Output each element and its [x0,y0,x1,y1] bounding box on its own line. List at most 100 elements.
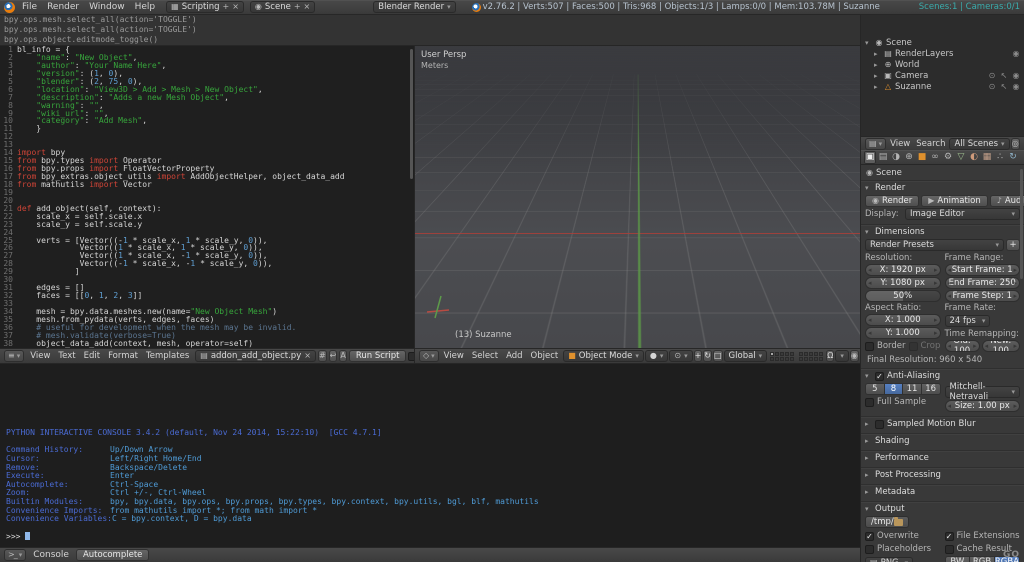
outliner-display-selector[interactable]: All Scenes ▾ [949,137,1010,150]
render-presets-dropdown[interactable]: Render Presets ▾ [865,239,1004,251]
tab-modifiers[interactable] [942,151,954,164]
layer-15[interactable] [819,351,824,356]
menu-object[interactable]: Object [527,351,563,361]
tab-physics[interactable] [1007,151,1019,164]
code-line[interactable]: 19 [0,188,414,197]
aa-sample-11[interactable]: 11 [903,383,922,395]
layer-3[interactable] [780,351,785,356]
code-line[interactable]: 12 [0,133,414,141]
camera-icon[interactable] [1011,82,1021,91]
eye-icon[interactable] [987,71,997,80]
tab-object[interactable] [916,151,928,164]
camera-icon[interactable] [1011,71,1021,80]
text-datablock-selector[interactable]: addon_add_object.py [195,350,316,362]
menu-render[interactable]: Render [42,2,84,12]
mode-selector[interactable]: Object Mode ▾ [563,350,644,362]
tab-object-data[interactable] [955,151,967,164]
panel-header[interactable]: ▸ Sampled Motion Blur [865,418,1020,430]
camera-icon[interactable] [1011,49,1021,58]
disclosure-icon[interactable]: ▸ [874,83,881,91]
code-line[interactable]: 18 from mathutils import Vector [0,180,414,189]
autocomplete-button[interactable]: Autocomplete [75,549,150,561]
menu-view[interactable]: View [26,351,54,361]
menu-file[interactable]: File [17,2,42,12]
properties-editor[interactable]: Scene ▾ Render Render Animation Audio Di… [860,165,1024,562]
code-line[interactable]: 23 scale_y = self.scale.y [0,220,414,229]
menu-search[interactable]: Search [913,139,948,149]
properties-scrollbar[interactable] [1020,169,1023,279]
python-console[interactable]: PYTHON INTERACTIVE CONSOLE 3.4.2 (defaul… [0,363,860,547]
layer-4[interactable] [785,351,790,356]
tab-particles[interactable] [994,151,1006,164]
outliner-row[interactable]: ▸ RenderLayers [861,48,1024,59]
disclosure-icon[interactable]: ▸ [874,61,881,69]
menu-templates[interactable]: Templates [142,351,193,361]
placeholders-checkbox[interactable] [865,544,874,554]
render-button[interactable]: Render [865,195,920,207]
panel-header[interactable]: ▸ Performance [865,452,1020,464]
layer-1[interactable] [770,351,775,356]
overwrite-checkbox[interactable] [865,531,874,541]
channel-BW[interactable]: BW [944,556,971,562]
code-line[interactable]: 32 faces = [[0, 1, 2, 3]] [0,292,414,300]
layer-8[interactable] [780,356,785,361]
layer-9[interactable] [785,356,790,361]
run-script-button[interactable]: Run Script [348,350,407,362]
unlink-datablock-button[interactable] [304,352,311,360]
full-sample-checkbox[interactable] [865,397,874,407]
aa-sample-5[interactable]: 5 [865,383,885,395]
panel-header[interactable]: ▸ Post Processing [865,469,1020,481]
manipulator-scale-toggle[interactable] [712,350,723,362]
crop-checkbox[interactable] [908,341,918,351]
aa-sample-8[interactable]: 8 [884,383,904,395]
tab-render[interactable] [864,150,876,164]
panel-dimensions-header[interactable]: ▾ Dimensions [865,226,1020,238]
layer-19[interactable] [814,356,819,361]
code-line[interactable]: 11 } [0,125,414,133]
outliner-row[interactable]: ▸ Camera [861,70,1024,81]
snap-toggle[interactable] [826,350,835,362]
syntax-highlight-toggle[interactable]: A [339,350,347,362]
file-format-dropdown[interactable]: PNG▾ [865,557,914,562]
outliner-row[interactable]: ▸ Suzanne [861,81,1024,92]
menu-console[interactable]: Console [28,550,74,560]
outliner[interactable]: ▾ Scene ▸ RenderLayers ▸ World ▸ Camera ▸ Suzanne [860,15,1024,136]
layer-6[interactable] [770,356,775,361]
editor-type-selector[interactable]: ▾ [419,350,439,362]
disclosure-icon[interactable]: ▸ [874,72,881,80]
tab-scene[interactable] [890,151,902,164]
layer-11[interactable] [799,351,804,356]
aspect-y-field[interactable]: Y: 1.000 [865,327,941,339]
console-prompt-line[interactable]: >>> [6,532,539,542]
disclosure-icon[interactable]: ▸ [874,50,881,58]
code-line[interactable]: 10 "category": "Add Mesh", [0,117,414,125]
menu-view[interactable]: View [440,351,468,361]
transform-orientation-selector[interactable]: Global ▾ [723,350,768,362]
layer-20[interactable] [819,356,824,361]
menu-view[interactable]: View [887,139,913,149]
audio-button[interactable]: Audio [989,195,1024,207]
layer-10[interactable] [790,356,795,361]
outliner-row[interactable]: ▾ Scene [861,37,1024,48]
layer-13[interactable] [809,351,814,356]
line-numbers-toggle[interactable]: # [317,350,327,362]
screen-layout-selector[interactable]: Scripting + × [166,1,244,13]
menu-edit[interactable]: Edit [80,351,104,361]
layer-12[interactable] [804,351,809,356]
anti-aliasing-checkbox[interactable] [875,371,884,381]
menu-format[interactable]: Format [104,351,142,361]
viewport-3d[interactable]: User Persp Meters (13) Suzanne [414,46,860,348]
menu-text[interactable]: Text [54,351,79,361]
outliner-search-button[interactable] [1010,137,1020,150]
layer-2[interactable] [775,351,780,356]
frame-step-field[interactable]: Frame Step: 1 [944,290,1020,302]
layer-14[interactable] [814,351,819,356]
cursor-icon[interactable] [999,82,1009,91]
panel-output-header[interactable]: ▾ Output [865,503,1020,515]
tab-render-layers[interactable] [877,151,889,164]
opengl-render-button[interactable] [849,350,859,362]
editor-type-selector[interactable]: ▾ [865,137,887,150]
editor-type-selector[interactable]: ▾ [4,549,27,561]
word-wrap-toggle[interactable]: ↩ [328,350,338,362]
layer-18[interactable] [809,356,814,361]
